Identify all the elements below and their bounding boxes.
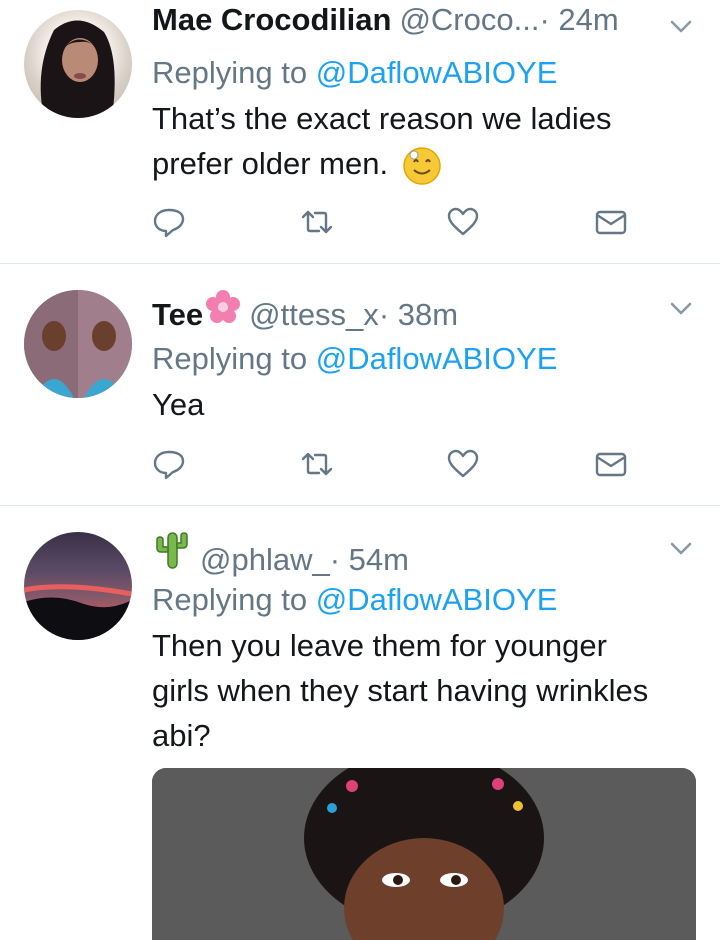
- retweet-button[interactable]: [300, 205, 334, 239]
- mention-link[interactable]: @DaflowABIOYE: [316, 55, 558, 90]
- like-button[interactable]: [446, 447, 480, 481]
- tweet-media-image[interactable]: [152, 768, 696, 940]
- timestamp[interactable]: · 54m: [330, 542, 409, 578]
- timestamp[interactable]: · 38m: [379, 297, 458, 333]
- dm-icon: [595, 452, 627, 477]
- tweet[interactable]: Mae Crocodilian @Croco... · 24m Replying…: [0, 0, 720, 264]
- like-icon: [447, 207, 479, 236]
- smiling-face-icon: [403, 147, 441, 185]
- tweet-text-content: That’s the exact reason we ladies prefer…: [152, 101, 612, 181]
- like-button[interactable]: [446, 205, 480, 239]
- replying-to: Replying to @DaflowABIOYE: [152, 55, 557, 91]
- user-handle[interactable]: @ttess_x: [249, 297, 379, 333]
- chevron-down-icon[interactable]: [670, 302, 692, 316]
- tweet-actions: [152, 205, 632, 245]
- replying-to-label: Replying to: [152, 341, 316, 376]
- like-icon: [447, 449, 479, 478]
- mention-link[interactable]: @DaflowABIOYE: [316, 341, 558, 376]
- chevron-down-icon[interactable]: [670, 542, 692, 556]
- avatar[interactable]: [24, 10, 132, 118]
- tweet-actions: [152, 447, 632, 487]
- cactus-icon: [156, 532, 188, 569]
- dm-button[interactable]: [594, 447, 628, 481]
- tweet-header: @phlaw_ · 54m: [152, 530, 650, 577]
- retweet-icon: [301, 210, 333, 234]
- reply-button[interactable]: [152, 205, 186, 239]
- tweet-text-content: Then you leave them for younger girls wh…: [152, 628, 649, 753]
- chevron-down-icon[interactable]: [670, 20, 692, 34]
- reply-icon: [153, 450, 185, 480]
- flower-icon: [206, 290, 241, 323]
- retweet-button[interactable]: [300, 447, 334, 481]
- tweet-text: Yea: [152, 382, 680, 427]
- tweet-header: Tee @ttess_x · 38m: [152, 289, 650, 332]
- mention-link[interactable]: @DaflowABIOYE: [316, 582, 558, 617]
- reply-button[interactable]: [152, 447, 186, 481]
- replying-to: Replying to @DaflowABIOYE: [152, 582, 557, 618]
- replying-to-label: Replying to: [152, 582, 316, 617]
- user-handle[interactable]: @phlaw_: [200, 542, 330, 578]
- tweet[interactable]: Tee @ttess_x · 38m Replying to @DaflowAB…: [0, 264, 720, 506]
- tweet-header: Mae Crocodilian @Croco... · 24m: [152, 2, 650, 42]
- tweet-text-content: Yea: [152, 387, 205, 422]
- replying-to: Replying to @DaflowABIOYE: [152, 341, 557, 377]
- reply-icon: [153, 208, 185, 238]
- tweet-text: Then you leave them for younger girls wh…: [152, 623, 660, 758]
- avatar[interactable]: [24, 290, 132, 398]
- display-name[interactable]: Mae Crocodilian: [152, 2, 391, 38]
- avatar[interactable]: [24, 532, 132, 640]
- dm-icon: [595, 210, 627, 235]
- user-handle[interactable]: @Croco...: [399, 2, 539, 38]
- timestamp[interactable]: · 24m: [539, 2, 618, 38]
- dm-button[interactable]: [594, 205, 628, 239]
- display-name[interactable]: Tee: [152, 297, 203, 333]
- retweet-icon: [301, 452, 333, 476]
- replying-to-label: Replying to: [152, 55, 316, 90]
